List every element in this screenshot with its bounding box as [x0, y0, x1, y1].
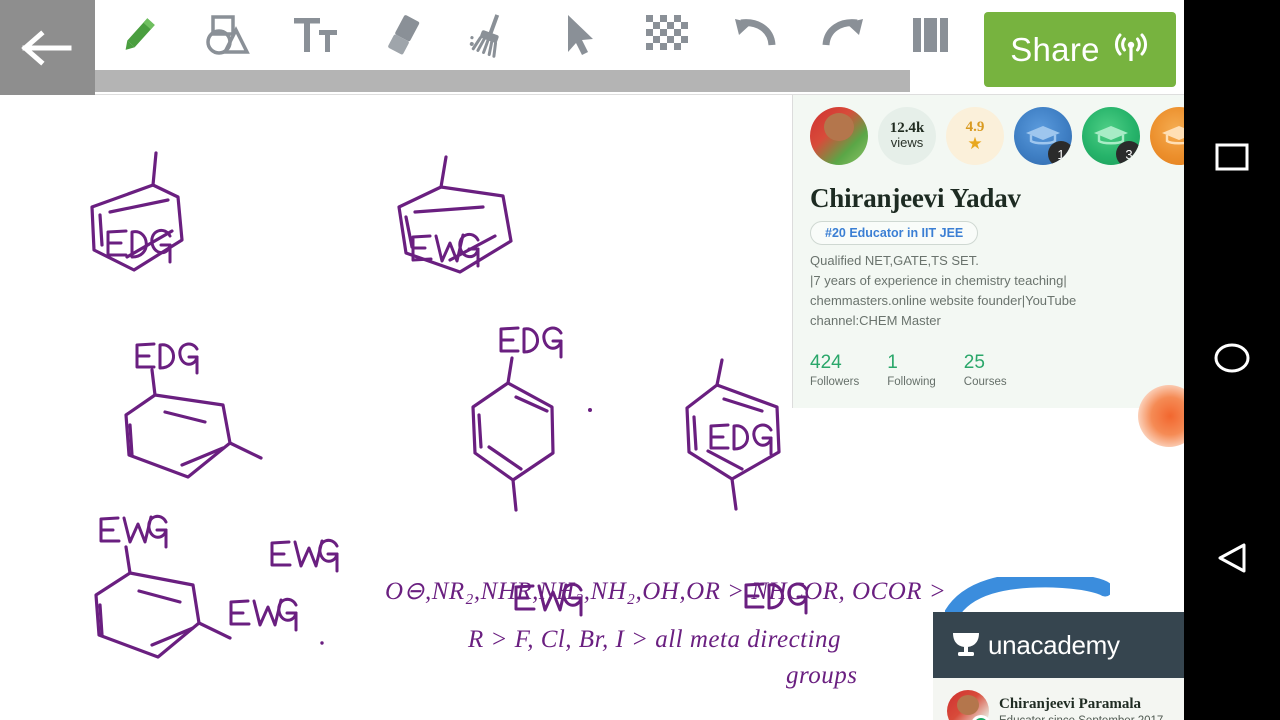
badge-count: 3 — [1116, 141, 1140, 165]
brand-educator-name: Chiranjeevi Paramala — [999, 696, 1142, 712]
educator-photo-icon — [824, 113, 854, 141]
svg-text:R > F, Cl, Br, I > all meta: R > F, Cl, Br, I > all meta directing — [467, 626, 841, 653]
achievement-badge-green[interactable]: 3 — [1082, 107, 1140, 165]
educator-stats: 424 Followers 1 Following 25 Courses — [810, 352, 1007, 388]
stat-label: Following — [887, 375, 936, 388]
graduation-cap-icon — [1161, 124, 1184, 146]
nav-back-button[interactable] — [1184, 512, 1280, 608]
brand-avatar — [947, 690, 991, 720]
pen-tool[interactable] — [95, 0, 183, 70]
bio-line: Qualified NET,GATE,TS SET. — [810, 253, 979, 268]
screen-root: Share O⊖,NR₂,NHR,NH₂,NH₂,OH,OR > NHCOR, … — [0, 0, 1280, 720]
tool-strip — [95, 0, 980, 70]
clear-tool[interactable] — [447, 0, 535, 70]
educator-name: Chiranjeevi Yadav — [810, 183, 1021, 213]
stat-courses[interactable]: 25 Courses — [963, 352, 1007, 388]
unacademy-cup-icon — [951, 628, 981, 663]
android-navigation-bar — [1184, 0, 1280, 720]
svg-text:groups: groups — [786, 662, 858, 689]
undo-tool[interactable] — [711, 0, 799, 70]
text-tool[interactable] — [271, 0, 359, 70]
brand-header: unacademy — [933, 612, 1184, 678]
rating-value: 4.9 — [965, 119, 985, 135]
educator-rank-chip[interactable]: #20 Educator in IIT JEE — [810, 221, 979, 245]
avatar[interactable] — [810, 107, 868, 165]
eraser-tool[interactable] — [359, 0, 447, 70]
circle-icon — [1213, 342, 1251, 379]
brand-educator-info: Chiranjeevi Paramala Educator since Sept… — [999, 695, 1163, 720]
back-arrow-icon — [19, 28, 77, 68]
background-tool[interactable] — [623, 0, 711, 70]
cursor-arrow-icon — [559, 12, 599, 58]
broadcast-icon — [1112, 28, 1150, 71]
educator-bio: Qualified NET,GATE,TS SET. |7 years of e… — [810, 251, 1170, 331]
whiteboard-app: Share O⊖,NR₂,NHR,NH₂,NH₂,OH,OR > NHCOR, … — [0, 0, 1184, 720]
stat-label: Courses — [963, 375, 1007, 388]
brand-educator-since: Educator since September 2017 — [999, 715, 1163, 720]
educator-profile-card[interactable]: 12.4k views 4.9 ★ 1 3 Chiranjeevi Yadav … — [792, 95, 1184, 408]
stat-value: 1 — [887, 352, 898, 373]
badge-row: 12.4k views 4.9 ★ 1 3 — [810, 107, 1184, 165]
verified-camera-icon — [971, 715, 991, 720]
rating-badge: 4.9 ★ — [946, 107, 1004, 165]
bio-line: chemmasters.online website founder|YouTu… — [810, 293, 1077, 308]
columns-layout-icon — [910, 14, 952, 56]
svg-text:O⊖,NR₂,NHR,NH₂,NH₂,OH,OR > NHC: O⊖,NR₂,NHR,NH₂,NH₂,OH,OR > NHCOR, OCOR > — [385, 578, 946, 605]
triangle-left-icon — [1215, 541, 1249, 580]
nav-recents-button[interactable] — [1184, 112, 1280, 208]
views-label: views — [890, 135, 924, 151]
undo-arrow-icon — [731, 15, 779, 55]
stat-following[interactable]: 1 Following — [887, 352, 936, 388]
stat-followers[interactable]: 424 Followers — [810, 352, 860, 388]
pencil-icon — [116, 12, 162, 58]
checkerboard-icon — [644, 13, 690, 57]
views-count: 12.4k — [889, 119, 925, 136]
stat-value: 424 — [810, 352, 842, 373]
brand-wordmark: unacademy — [988, 629, 1120, 660]
badge-count: 1 — [1048, 141, 1072, 165]
layout-tool[interactable] — [887, 0, 975, 70]
toolbar-scrollbar-track — [95, 70, 980, 92]
educator-photo-icon — [957, 695, 979, 715]
shapes-tool[interactable] — [183, 0, 271, 70]
stat-value: 25 — [963, 352, 985, 373]
whiteboard-canvas[interactable]: O⊖,NR₂,NHR,NH₂,NH₂,OH,OR > NHCOR, OCOR >… — [0, 95, 1184, 720]
brand-footer: Chiranjeevi Paramala Educator since Sept… — [933, 678, 1184, 720]
stat-label: Followers — [810, 375, 860, 388]
views-badge: 12.4k views — [878, 107, 936, 165]
bio-line: |7 years of experience in chemistry teac… — [810, 273, 1067, 288]
share-button-label: Share — [1010, 30, 1100, 68]
unacademy-watermark-card: unacademy Chiranjeevi Paramala Educator … — [933, 612, 1184, 720]
achievement-badge-orange[interactable] — [1150, 107, 1184, 165]
toolbar-scrollbar-thumb[interactable] — [95, 70, 910, 92]
nav-home-button[interactable] — [1184, 312, 1280, 408]
broom-icon — [468, 12, 514, 58]
back-button[interactable] — [0, 0, 95, 95]
eraser-icon — [380, 12, 426, 58]
redo-tool[interactable] — [799, 0, 887, 70]
square-icon — [1215, 143, 1249, 178]
star-icon: ★ — [967, 134, 983, 153]
text-format-icon — [291, 13, 339, 57]
achievement-badge-blue[interactable]: 1 — [1014, 107, 1072, 165]
redo-arrow-icon — [819, 15, 867, 55]
share-button[interactable]: Share — [984, 12, 1176, 87]
shapes-icon — [203, 12, 251, 58]
select-tool[interactable] — [535, 0, 623, 70]
top-toolbar: Share — [0, 0, 1184, 95]
bio-line: channel:CHEM Master — [810, 313, 941, 328]
